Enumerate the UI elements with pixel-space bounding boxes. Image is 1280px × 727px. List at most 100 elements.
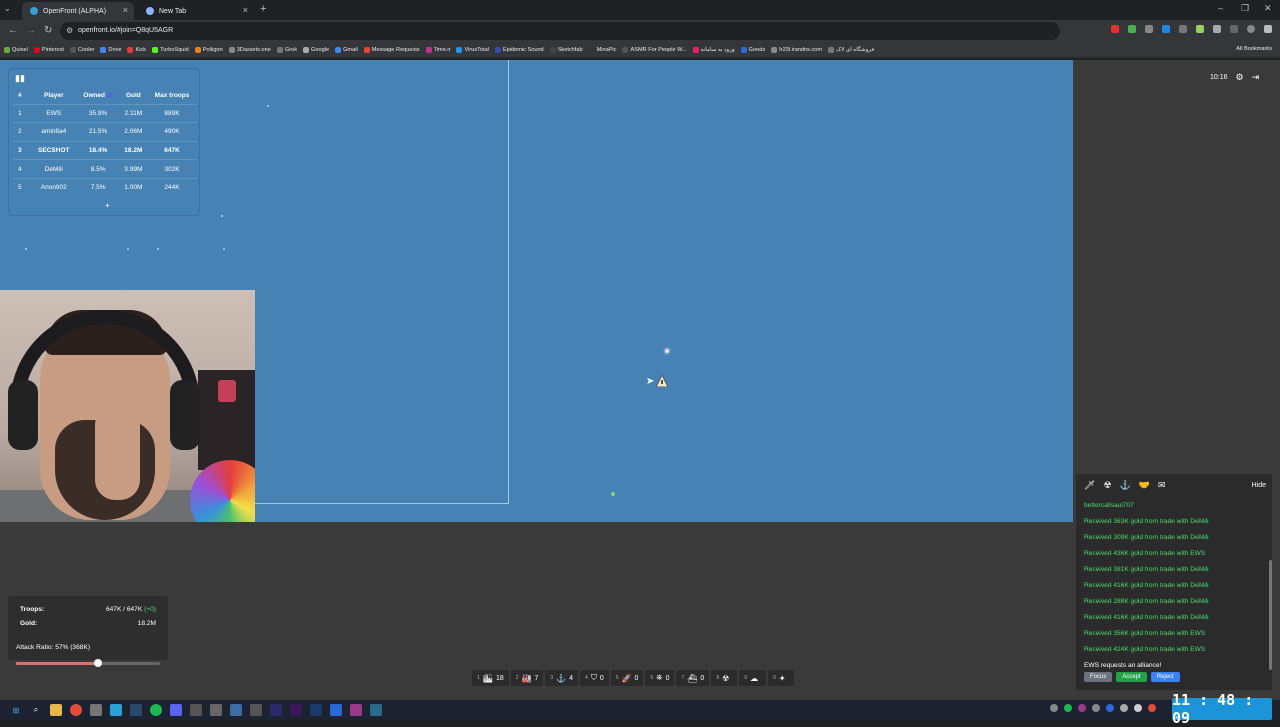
bookmark-item[interactable]: Cooler [69,46,94,53]
discord-icon[interactable] [170,704,182,716]
bookmark-item[interactable]: Goods [740,46,765,53]
forward-icon[interactable]: → [26,25,36,36]
bookmark-item[interactable]: MinaPic [588,46,616,53]
leaderboard-row[interactable]: 4 DeMili 8.5% 3.99M 302K [13,159,197,179]
sidebar-icon[interactable] [1230,25,1238,33]
tray-icon[interactable] [1148,704,1156,712]
app-icon[interactable] [210,704,222,716]
bookmark-item[interactable]: Time.ir [425,46,450,53]
bookmark-item[interactable]: Message Requests [363,46,420,53]
app-icon[interactable] [230,704,242,716]
bookmark-item[interactable]: Ir23l.irandns.com [771,46,822,53]
build-slot-sam-launcher[interactable]: 6 ⛯ 0 [645,670,675,686]
unit-marker[interactable] [665,349,669,353]
bookmark-item[interactable]: Drive [100,46,121,53]
windows-start-icon[interactable]: ⊞ [10,704,22,716]
chrome-icon[interactable] [70,704,82,716]
build-slot-missile-silo[interactable]: 5 🚀 0 [610,670,644,686]
extensions-puzzle-icon[interactable] [1213,25,1221,33]
bookmark-item[interactable]: Poliigon [194,46,223,53]
tray-icon[interactable] [1134,704,1142,712]
app-icon[interactable] [250,704,262,716]
event-username[interactable]: bettercallsaul707 [1084,498,1270,514]
col-owned[interactable]: Owned [77,87,120,104]
photoshop-icon[interactable] [310,704,322,716]
trade-event-message[interactable]: Received 363K gold from trade with DeMil… [1084,514,1270,530]
back-icon[interactable]: ← [8,25,18,36]
search-icon[interactable]: ⌕ [30,704,42,716]
taskbar-clock[interactable]: 11 : 48 : 09 [1172,691,1272,727]
reject-button[interactable]: Reject [1150,672,1180,682]
profile-avatar[interactable] [1247,25,1255,33]
leaderboard-row[interactable]: 1 EWS 35.9% 2.11M 889K [13,103,197,123]
bookmark-item[interactable]: TurboSquid [152,46,189,53]
app-icon[interactable] [370,704,382,716]
col-player[interactable]: Player [31,87,77,104]
build-slot-port[interactable]: 3 ⚓ 4 [545,670,579,686]
leaderboard-row[interactable]: 2 amin8a4 21.5% 2.06M 490K [13,122,197,142]
settings-gear-icon[interactable]: ⚙ [1236,72,1244,83]
close-window-icon[interactable]: ✕ [1264,3,1272,14]
close-tab-icon[interactable]: × [123,5,128,15]
build-slot-city[interactable]: 1 🏙 18 [472,670,509,686]
app-icon[interactable] [350,704,362,716]
hide-events-button[interactable]: Hide [1252,482,1266,489]
col-max-troops[interactable]: Max troops [147,87,197,104]
extension-icon[interactable] [1111,25,1119,33]
bookmark-item[interactable]: ASMR For People W... [622,46,687,53]
all-bookmarks[interactable]: All Bookmarks [1236,46,1272,52]
tray-icon[interactable] [1092,704,1100,712]
tab-new-tab[interactable]: New Tab × [138,2,254,20]
attack-ratio-thumb[interactable] [94,659,103,667]
tray-icon[interactable] [1120,704,1128,712]
alliance-filter-icon[interactable]: 🤝 [1139,480,1150,491]
nuke-filter-icon[interactable]: ☢ [1103,480,1111,491]
attack-filter-icon[interactable]: 🗡 [1084,480,1095,491]
attack-ratio-slider[interactable] [16,659,160,667]
trade-event-message[interactable]: Received 416K gold from trade with DeMil… [1084,610,1270,626]
extension-icon[interactable] [1145,25,1153,33]
warship-icon[interactable] [656,375,668,387]
leaderboard-row[interactable]: 3 SECSHOT 18.4% 18.2M 647K [13,140,197,160]
tab-openfront[interactable]: OpenFront (ALPHA) × [22,2,134,20]
address-bar[interactable]: ⚙ openfront.io/#join=Q8qU5AGR [60,22,1060,40]
chat-filter-icon[interactable]: ✉ [1158,480,1166,491]
leaderboard-expand-button[interactable]: + [105,201,110,210]
trade-event-message[interactable]: Received 436K gold from trade with EWS [1084,546,1270,562]
accept-button[interactable]: Accept [1116,672,1147,682]
unit-marker[interactable] [611,492,615,496]
bookmark-item[interactable]: Sketchfab [549,46,583,53]
build-slot-mirv[interactable]: 0 ✦ [768,670,794,686]
build-slot-defense-post[interactable]: 4 ⛉ 0 [580,670,609,686]
extension-icon[interactable] [1196,25,1204,33]
bookmark-item[interactable]: ورود به سامانه [692,46,735,53]
focus-button[interactable]: Focus [1084,672,1113,682]
trade-filter-icon[interactable]: ⚓ [1120,480,1131,491]
bookmark-item[interactable]: Quixel [4,46,28,53]
leaderboard-row[interactable]: 5 Anon902 7.5% 1.00M 244K [13,177,197,197]
col-gold[interactable]: Gold [120,87,147,104]
tray-icon[interactable] [1050,704,1058,712]
minimize-icon[interactable]: – [1218,3,1223,13]
bookmark-item[interactable]: Epidemic Sound [494,46,544,53]
menu-icon[interactable] [1264,25,1272,33]
bookmark-item[interactable]: Pinterest [33,46,64,53]
bookmark-item[interactable]: فروشگاه ای لاک [828,46,874,53]
extension-icon[interactable] [1179,25,1187,33]
build-slot-hydrogen-bomb[interactable]: 9 ☁ [739,670,767,686]
reload-icon[interactable]: ↻ [44,25,52,36]
extension-icon[interactable] [1128,25,1136,33]
build-slot-factory[interactable]: 2 🏭 7 [510,670,544,686]
app-icon[interactable] [330,704,342,716]
site-info-icon[interactable]: ⚙ [66,22,73,40]
premiere-icon[interactable] [290,704,302,716]
tray-icon[interactable] [1106,704,1114,712]
extension-icon[interactable] [1162,25,1170,33]
new-tab-icon[interactable]: + [260,3,266,15]
bookmark-item[interactable]: Kick [127,46,146,53]
build-slot-atom-bomb[interactable]: 8 ☢ [711,670,738,686]
bookmark-item[interactable]: Google [303,46,329,53]
trade-event-message[interactable]: Received 288K gold from trade with DeMil… [1084,594,1270,610]
events-scrollbar[interactable] [1269,560,1272,670]
bookmark-item[interactable]: VirusTotal [456,46,489,53]
